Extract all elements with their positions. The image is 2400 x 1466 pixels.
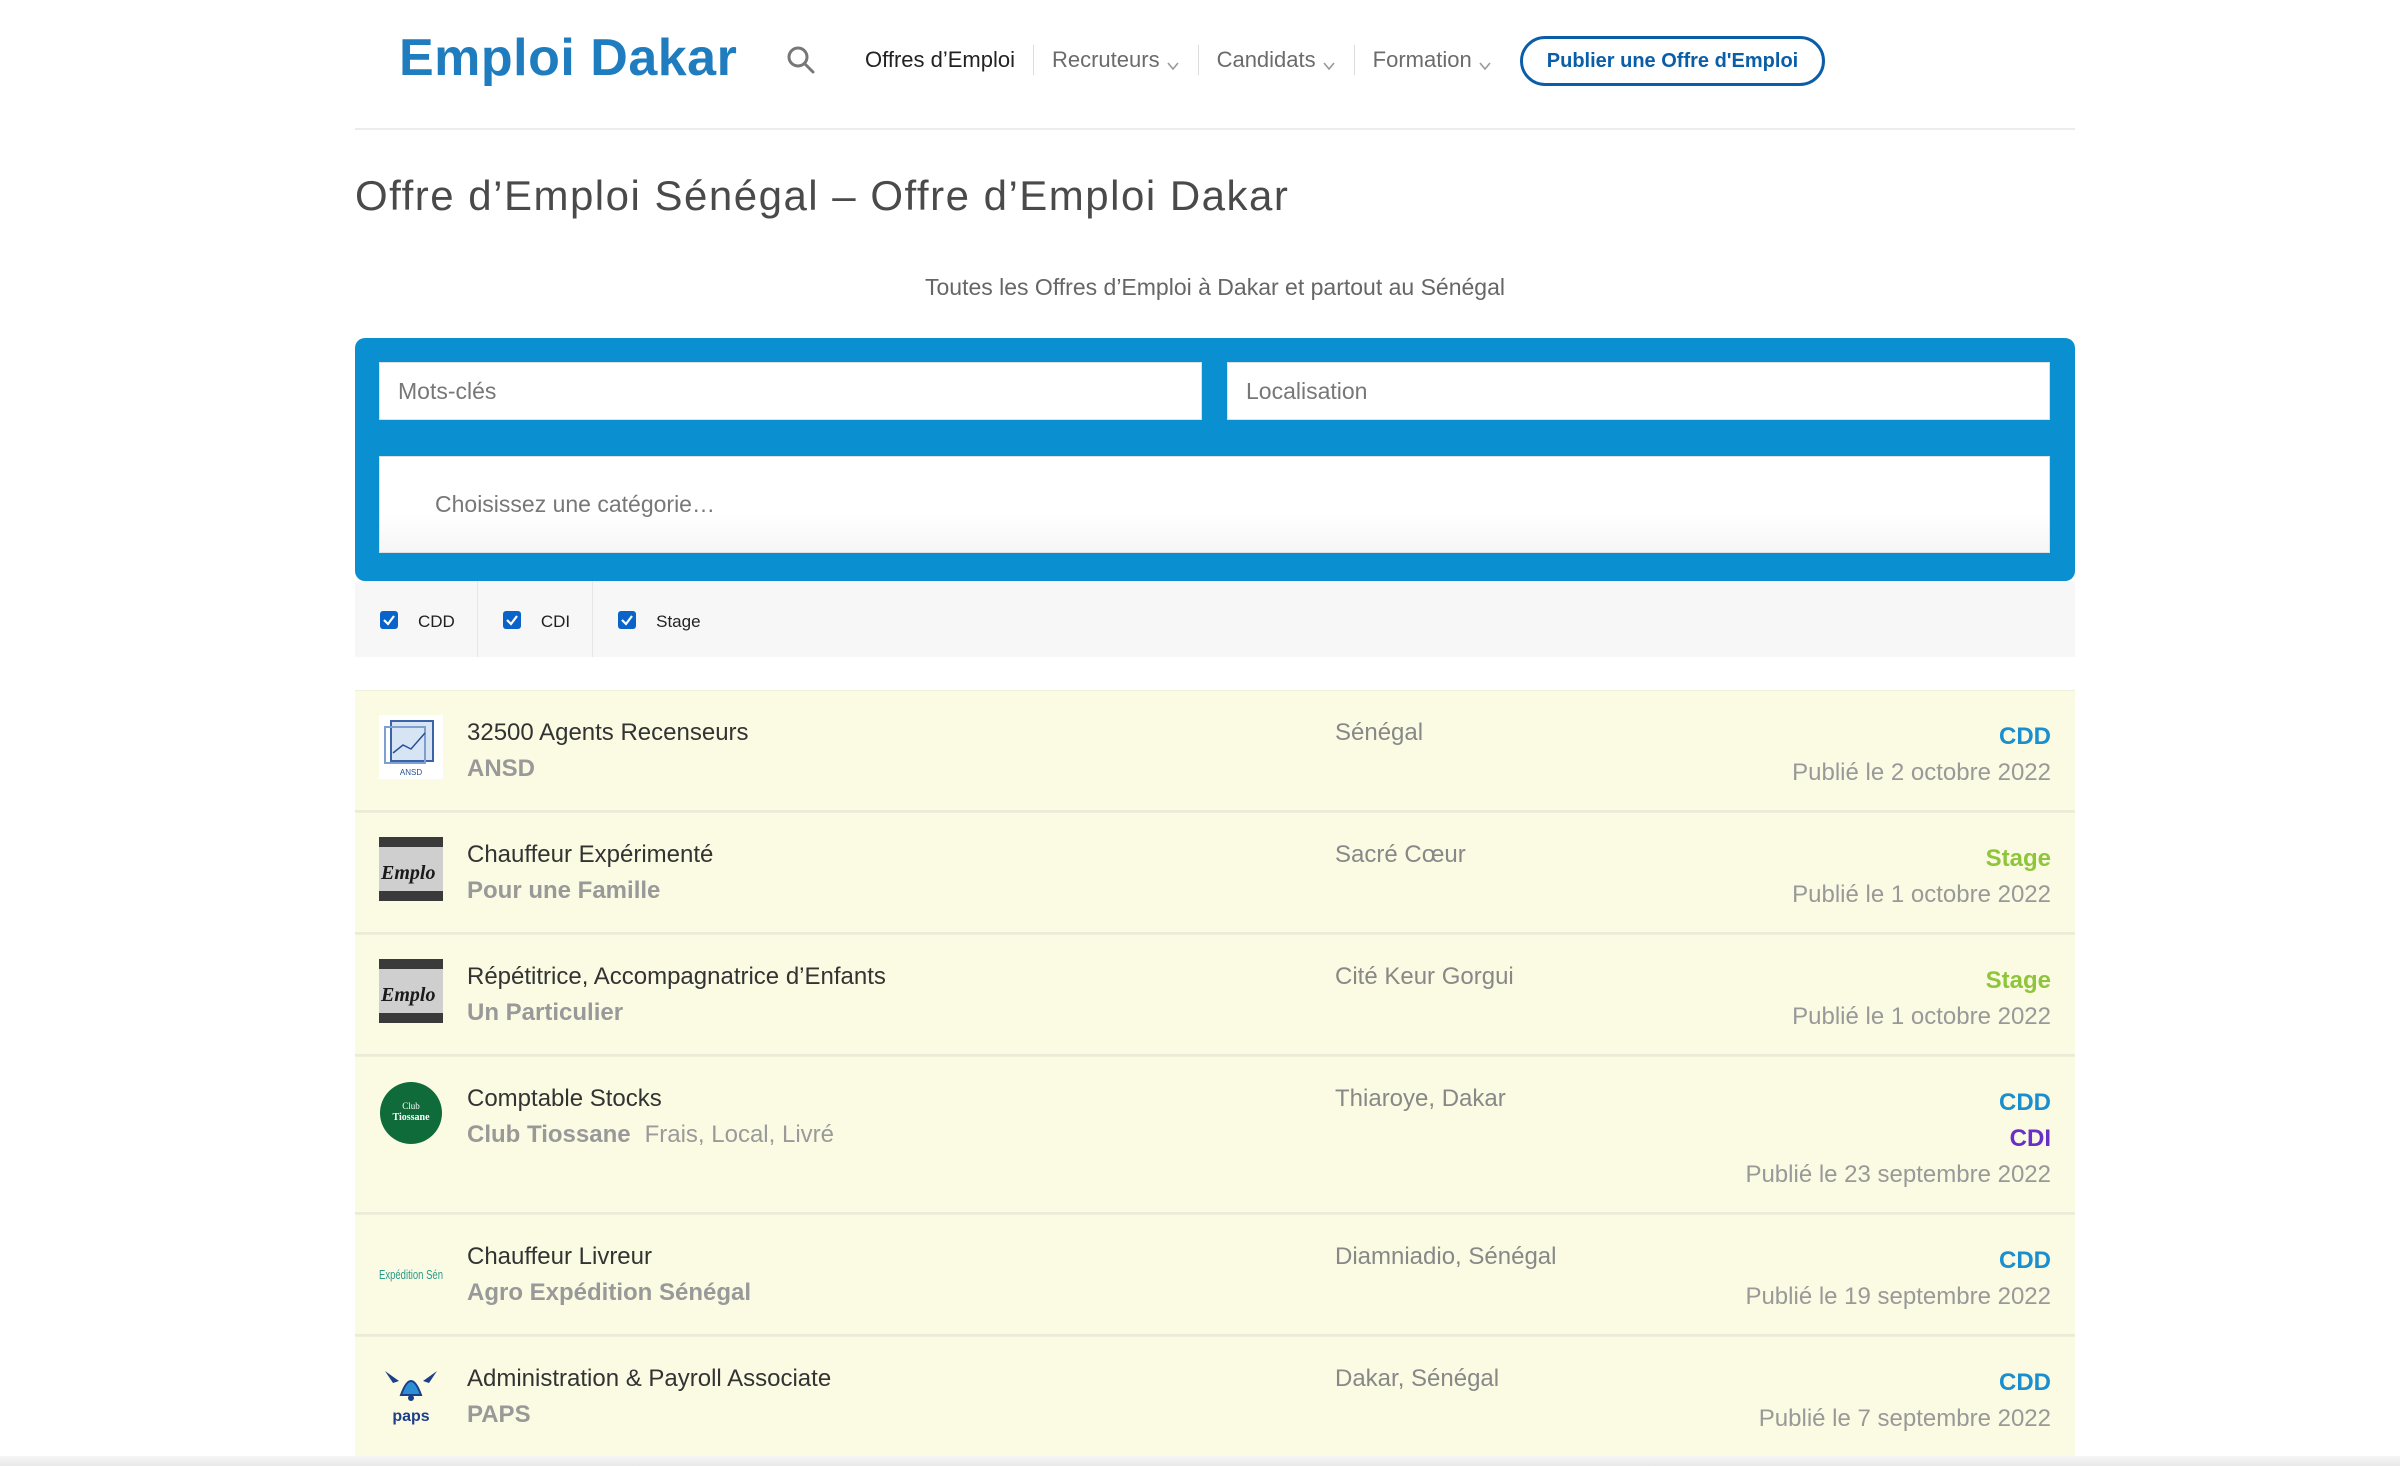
emploi-logo-text: Emplo — [380, 984, 435, 1006]
filter-cdi[interactable]: CDI — [478, 581, 594, 657]
job-company-name: Club Tiossane — [467, 1121, 631, 1148]
job-meta: CDD CDI Publié le 23 septembre 2022 — [1745, 1085, 2051, 1193]
nav-item-label: Candidats — [1216, 47, 1316, 72]
page-subtitle: Toutes les Offres d’Emploi à Dakar et pa… — [924, 274, 1505, 300]
paps-logo-text: paps — [392, 1408, 429, 1425]
search-icon[interactable] — [785, 44, 817, 76]
job-location: Thiaroye, Dakar — [1335, 1085, 1506, 1112]
filter-cdd[interactable]: CDD — [355, 581, 478, 657]
page-bottom-edge — [0, 1456, 2400, 1466]
nav-item-label: Offres d’Emploi — [865, 47, 1015, 72]
job-location: Sénégal — [1335, 719, 1424, 746]
job-company: ANSD — [467, 755, 536, 782]
page-title: Offre d’Emploi Sénégal – Offre d’Emploi … — [355, 172, 1290, 219]
filter-label: CDD — [418, 612, 455, 631]
job-listing[interactable]: Club Tiossane Comptable Stocks Club Tios… — [355, 1056, 2075, 1214]
job-location: Cité Keur Gorgui — [1335, 963, 1514, 990]
nav-item-label: Formation — [1372, 47, 1472, 72]
checkbox-cdd[interactable] — [380, 611, 398, 629]
company-logo: Expédition Sén — [379, 1239, 443, 1303]
job-date: Publié le 1 octobre 2022 — [1792, 1003, 2051, 1030]
filter-label: CDI — [540, 612, 571, 631]
job-type-badge: CDD — [1999, 723, 2051, 750]
keywords-input[interactable]: Mots-clés — [379, 362, 1202, 420]
job-listings: ANSD 32500 Agents Recenseurs ANSD Sénéga… — [355, 690, 2075, 1458]
company-logo: ANSD — [379, 715, 443, 779]
job-type-badge: Stage — [1985, 845, 2051, 872]
job-date: Publié le 1 octobre 2022 — [1792, 881, 2051, 908]
location-input[interactable]: Localisation — [1227, 362, 2050, 420]
job-location: Sacré Cœur — [1335, 841, 1466, 868]
chevron-down-icon — [1322, 53, 1336, 71]
nav-item-formation[interactable]: Formation — [1355, 45, 1510, 75]
chevron-down-icon — [1166, 53, 1180, 71]
site-header: Emploi Dakar Offres d’Emploi Recruteurs … — [355, 0, 2075, 130]
emploi-logo-text: Emplo — [380, 862, 435, 884]
tiossane-logo-text: Tiossane — [392, 1112, 430, 1123]
job-meta: CDD Publié le 19 septembre 2022 — [1745, 1243, 2051, 1315]
job-company: Pour une Famille — [467, 877, 661, 904]
job-company-tagline: Frais, Local, Livré — [644, 1121, 834, 1148]
job-title[interactable]: Répétitrice, Accompagnatrice d’Enfants — [467, 963, 886, 991]
nav-item-offres[interactable]: Offres d’Emploi — [847, 45, 1034, 75]
job-type-badge: CDD — [1999, 1089, 2051, 1116]
ansd-logo-text: ANSD — [400, 768, 422, 777]
job-type-filters: CDD CDI Stage — [355, 581, 2075, 657]
nav-item-label: Recruteurs — [1051, 47, 1160, 72]
job-listing[interactable]: ANSD 32500 Agents Recenseurs ANSD Sénéga… — [355, 690, 2075, 812]
checkbox-stage[interactable] — [618, 611, 637, 629]
job-title[interactable]: 32500 Agents Recenseurs — [467, 719, 749, 747]
company-logo: Club Tiossane — [379, 1081, 443, 1145]
job-date: Publié le 19 septembre 2022 — [1745, 1283, 2051, 1310]
job-date: Publié le 7 septembre 2022 — [1758, 1405, 2051, 1432]
chevron-down-icon — [1478, 53, 1492, 71]
filter-stage[interactable]: Stage — [593, 581, 722, 657]
job-title[interactable]: Chauffeur Livreur — [467, 1243, 652, 1271]
job-listing[interactable]: paps Administration & Payroll Associate … — [355, 1336, 2075, 1458]
job-location: Diamniadio, Sénégal — [1335, 1243, 1557, 1270]
job-title[interactable]: Chauffeur Expérimenté — [467, 841, 713, 869]
job-search-form: Mots-clés Localisation Choisissez une ca… — [355, 338, 2075, 581]
category-select[interactable]: Choisissez une catégorie… — [379, 456, 2050, 553]
job-company: Club Tiossane Frais, Local, Livré — [467, 1121, 834, 1149]
job-company: Un Particulier — [467, 999, 624, 1026]
job-listing[interactable]: Emplo Répétitrice, Accompagnatrice d’Enf… — [355, 934, 2075, 1056]
main-nav: Offres d’Emploi Recruteurs Candidats For… — [785, 40, 1510, 80]
job-date: Publié le 23 septembre 2022 — [1745, 1161, 2051, 1188]
job-meta: CDD Publié le 7 septembre 2022 — [1759, 1365, 2051, 1437]
filter-label: Stage — [656, 612, 701, 631]
job-location: Dakar, Sénégal — [1335, 1365, 1500, 1392]
job-type-badge: CDD — [1999, 1247, 2051, 1274]
job-listing[interactable]: Emplo Chauffeur Expérimenté Pour une Fam… — [355, 812, 2075, 934]
job-date: Publié le 2 octobre 2022 — [1792, 759, 2051, 786]
publish-job-button[interactable]: Publier une Offre d'Emploi — [1520, 36, 1825, 86]
nav-item-candidats[interactable]: Candidats — [1199, 45, 1355, 75]
job-meta: CDD Publié le 2 octobre 2022 — [1792, 719, 2051, 791]
job-meta: Stage Publié le 1 octobre 2022 — [1792, 841, 2051, 913]
job-type-badge: CDI — [2009, 1125, 2051, 1152]
company-logo: Emplo — [379, 959, 443, 1023]
job-type-badge: CDD — [1999, 1369, 2051, 1396]
company-logo: Emplo — [379, 837, 443, 901]
nav-item-recruteurs[interactable]: Recruteurs — [1034, 45, 1199, 75]
job-meta: Stage Publié le 1 octobre 2022 — [1792, 963, 2051, 1035]
job-title[interactable]: Administration & Payroll Associate — [467, 1365, 831, 1393]
club-logo-text: Club — [402, 1101, 420, 1111]
job-title[interactable]: Comptable Stocks — [467, 1085, 662, 1113]
company-logo: paps — [379, 1361, 443, 1425]
job-type-badge: Stage — [1985, 967, 2051, 994]
job-company: PAPS — [467, 1401, 531, 1428]
job-listing[interactable]: Expédition Sén Chauffeur Livreur Agro Ex… — [355, 1214, 2075, 1336]
job-company: Agro Expédition Sénégal — [467, 1279, 752, 1306]
expedition-logo-text: Expédition Sén — [379, 1267, 443, 1282]
checkbox-cdi[interactable] — [502, 611, 521, 629]
site-logo[interactable]: Emploi Dakar — [399, 28, 737, 88]
